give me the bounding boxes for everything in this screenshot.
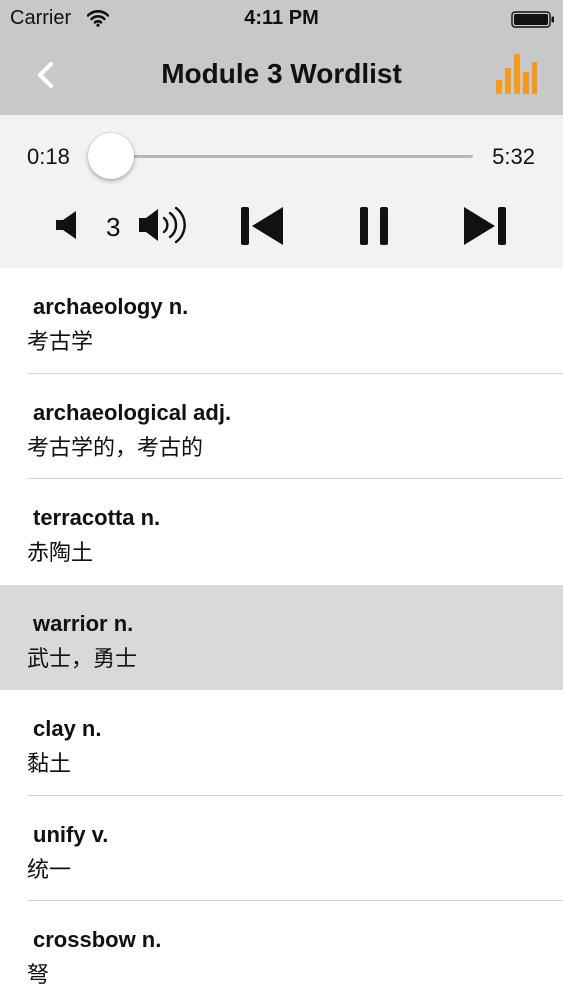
list-item[interactable]: terracotta n. 赤陶土: [0, 479, 563, 585]
screen: Carrier 4:11 PM Module 3 Wordlist 0:18 5…: [0, 0, 563, 1000]
word-meaning: 武士，勇士: [27, 646, 138, 672]
list-item[interactable]: archaeological adj. 考古学的，考古的: [0, 373, 563, 479]
list-item[interactable]: clay n. 黏土: [0, 690, 563, 796]
bar-chart-icon[interactable]: [494, 50, 538, 98]
status-time: 4:11 PM: [244, 7, 319, 29]
word-meaning: 弩: [27, 963, 50, 988]
progress-thumb[interactable]: [87, 133, 134, 179]
word-term: terracotta n.: [33, 505, 161, 530]
word-meaning: 考古学: [27, 330, 94, 355]
volume-down-icon[interactable]: [54, 208, 82, 242]
volume-up-icon[interactable]: [137, 203, 191, 247]
page-title: Module 3 Wordlist: [161, 58, 402, 89]
status-bar: Carrier 4:11 PM: [0, 0, 563, 38]
navigation-bar: Module 3 Wordlist: [0, 38, 563, 115]
skip-previous-icon[interactable]: [239, 205, 285, 247]
battery-icon: [511, 11, 554, 28]
word-list: archaeology n. 考古学 archaeological adj. 考…: [0, 268, 563, 1000]
word-term: clay n.: [33, 716, 102, 741]
word-term: archaeology n.: [33, 294, 189, 319]
word-meaning: 赤陶土: [27, 541, 94, 566]
word-term: warrior n.: [33, 610, 134, 636]
progress-slider[interactable]: [87, 133, 473, 179]
current-time: 0:18: [27, 144, 70, 169]
list-item[interactable]: archaeology n. 考古学: [0, 268, 563, 374]
list-item[interactable]: warrior n. 武士，勇士: [0, 584, 563, 690]
word-term: crossbow n.: [33, 927, 162, 952]
volume-level: 3: [106, 212, 121, 242]
word-meaning: 考古学的，考古的: [27, 435, 204, 461]
skip-next-icon[interactable]: [462, 205, 508, 247]
total-time: 5:32: [492, 144, 535, 169]
word-meaning: 统一: [27, 857, 72, 883]
audio-player: 0:18 5:32 3: [0, 115, 563, 268]
word-term: unify v.: [33, 821, 109, 847]
list-item[interactable]: crossbow n. 弩: [0, 901, 563, 1000]
word-meaning: 黏土: [27, 752, 72, 777]
list-item[interactable]: unify v. 统一: [0, 795, 563, 901]
pause-icon[interactable]: [358, 205, 390, 247]
word-term: archaeological adj.: [33, 399, 232, 425]
